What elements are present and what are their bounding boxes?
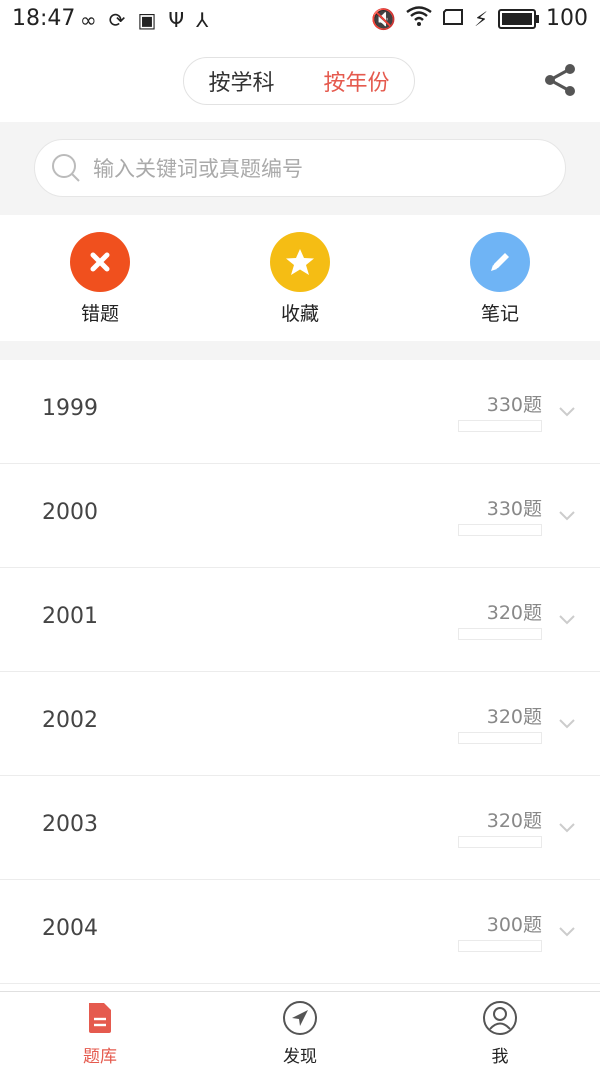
nav-label: 题库 [83,1047,117,1067]
status-right-icons: 🔇 ⚡ 100 [371,6,588,31]
year-label: 2003 [42,812,98,837]
question-count: 320题 [486,810,542,832]
wifi-icon [406,6,432,31]
question-count: 320题 [486,706,542,728]
status-bar: 18:47 ∞ ⟳ ▣ Ψ ⅄ 🔇 ⚡ 100 [0,0,600,42]
nav-item-discover[interactable]: 发现 [200,992,400,1068]
status-left-icons: ∞ ⟳ ▣ Ψ ⅄ [80,8,208,32]
screen-icon [442,7,464,31]
progress-bar [458,940,542,952]
progress-bar [458,524,542,536]
nav-label: 我 [491,1047,509,1067]
search-bar [0,122,600,215]
year-list: 1999 330题 2000 330题 2001 320题 2002 320题 … [0,360,600,984]
close-icon [90,252,110,272]
segment-control: 按学科 按年份 [183,57,415,105]
year-label: 2001 [42,604,98,629]
tab-by-subject[interactable]: 按学科 [198,65,284,97]
year-label: 2002 [42,708,98,733]
quick-action-wrong[interactable]: 错题 [0,215,200,341]
usb-icon: Ψ [168,8,185,32]
user-icon [483,1001,517,1035]
share-icon[interactable] [542,62,578,98]
infinity-icon: ∞ [80,8,97,32]
quick-action-label: 笔记 [480,303,519,325]
year-row[interactable]: 1999 330题 [0,360,600,464]
status-time: 18:47 [12,6,76,31]
quick-action-label: 错题 [80,303,119,325]
sync-icon: ⟳ [108,8,126,32]
pencil-icon [491,253,509,271]
nav-item-question-bank[interactable]: 题库 [0,992,200,1068]
header: 按学科 按年份 [0,42,600,122]
battery-icon [498,8,539,29]
nav-label: 发现 [283,1047,317,1067]
chevron-down-icon[interactable] [558,610,576,628]
image-icon: ▣ [137,8,157,32]
search-box[interactable] [34,139,566,198]
progress-bar [458,732,542,744]
quick-actions: 错题 收藏 笔记 [0,215,600,341]
question-count: 300题 [486,914,542,936]
nav-item-me[interactable]: 我 [400,992,600,1068]
question-count: 330题 [486,498,542,520]
search-input[interactable] [91,140,555,198]
question-count: 320题 [486,602,542,624]
chevron-down-icon[interactable] [558,506,576,524]
year-row[interactable]: 2001 320题 [0,568,600,672]
question-count: 330题 [486,394,542,416]
year-label: 2004 [42,916,98,941]
chevron-down-icon[interactable] [558,402,576,420]
quick-action-favorites[interactable]: 收藏 [200,215,400,341]
quick-action-notes[interactable]: 笔记 [400,215,600,341]
favorites-button[interactable] [270,232,330,292]
compass-icon [283,1001,317,1035]
network-icon: ⅄ [196,8,209,32]
tab-by-year[interactable]: 按年份 [313,65,399,97]
section-divider [0,341,600,360]
wrong-answers-button[interactable] [70,232,130,292]
mute-icon: 🔇 [371,6,396,31]
year-label: 1999 [42,396,98,421]
quick-action-label: 收藏 [280,303,319,325]
bottom-nav: 题库 发现 我 [0,991,600,1068]
year-row[interactable]: 2004 300题 [0,880,600,984]
year-row[interactable]: 2002 320题 [0,672,600,776]
document-icon [89,1003,111,1033]
notes-button[interactable] [470,232,530,292]
chevron-down-icon[interactable] [558,714,576,732]
star-icon [286,249,314,275]
charging-icon: ⚡ [473,6,488,31]
search-icon [52,154,80,182]
chevron-down-icon[interactable] [558,818,576,836]
chevron-down-icon[interactable] [558,922,576,940]
progress-bar [458,628,542,640]
year-row[interactable]: 2000 330题 [0,464,600,568]
progress-bar [458,836,542,848]
year-row[interactable]: 2003 320题 [0,776,600,880]
year-label: 2000 [42,500,98,525]
battery-level: 100 [546,6,588,31]
progress-bar [458,420,542,432]
